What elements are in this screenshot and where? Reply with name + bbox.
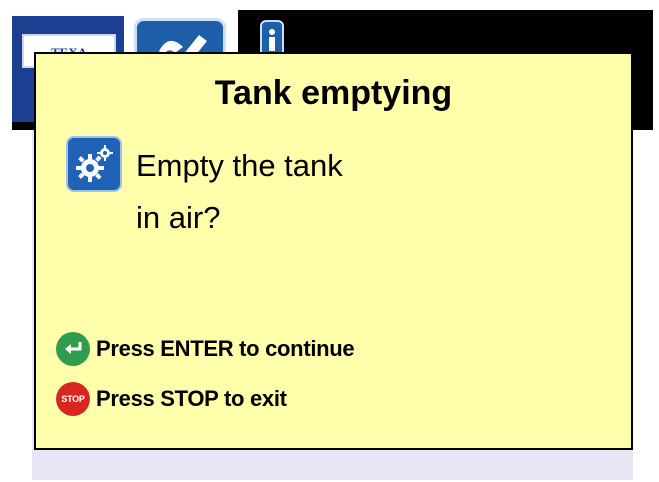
dialog-title: Tank emptying [214,74,453,112]
stop-action-label: Press STOP to exit [96,386,287,411]
enter-icon[interactable] [56,332,90,366]
dialog-question: Empty the tank in air? [136,140,343,244]
enter-action-label: Press ENTER to continue [96,336,355,361]
question-line-1: Empty the tank [136,148,343,183]
question-line-2: in air? [136,200,221,235]
stop-action[interactable]: STOP Press STOP to exit [56,382,287,416]
stop-icon-label: STOP [61,394,85,404]
gear-icon [66,136,122,192]
tank-emptying-dialog: Tank emptying Empty the tank in air? Pre… [34,52,633,450]
enter-action[interactable]: Press ENTER to continue [56,332,355,366]
stop-icon[interactable]: STOP [56,382,90,416]
